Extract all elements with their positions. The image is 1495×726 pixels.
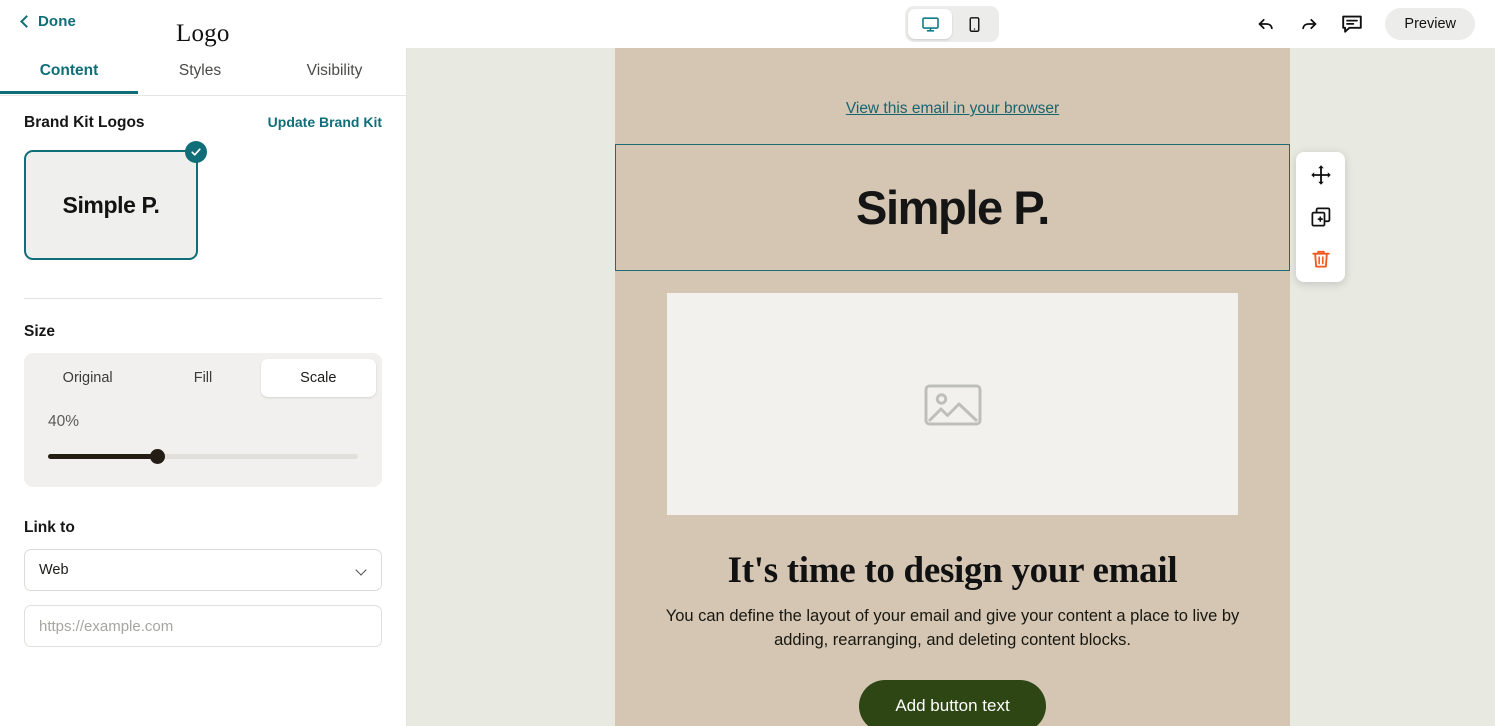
brand-kit-title: Brand Kit Logos [24, 114, 145, 131]
email-canvas: View this email in your browser Simple P… [407, 48, 1495, 726]
preview-button-label: Preview [1404, 16, 1456, 32]
link-url-input[interactable] [24, 605, 382, 647]
redo-button[interactable] [1296, 11, 1322, 37]
panel-tabs: Content Styles Visibility [0, 48, 406, 96]
comment-bubble-icon [1342, 15, 1363, 33]
delete-block-button[interactable] [1308, 246, 1334, 272]
undo-button[interactable] [1253, 11, 1279, 37]
size-controls: Original Fill Scale 40% [24, 353, 382, 487]
logo-option-card[interactable]: Simple P. [24, 150, 198, 260]
duplicate-block-button[interactable] [1308, 204, 1334, 230]
size-section: Size Original Fill Scale 40% [0, 323, 406, 487]
link-type-value: Web [39, 562, 69, 578]
link-type-select[interactable]: Web [24, 549, 382, 591]
settings-panel: Content Styles Visibility Brand Kit Logo… [0, 48, 407, 726]
trash-icon [1311, 250, 1330, 268]
tab-visibility[interactable]: Visibility [262, 48, 406, 94]
slider-fill [48, 454, 157, 459]
duplicate-icon [1311, 207, 1330, 227]
size-title: Size [24, 323, 56, 340]
size-option-fill-label: Fill [193, 370, 213, 386]
email-body-text[interactable]: You can define the layout of your email … [655, 604, 1250, 652]
brand-kit-header: Brand Kit Logos Update Brand Kit [24, 114, 382, 132]
view-in-browser-link[interactable]: View this email in your browser [846, 100, 1059, 117]
image-placeholder-icon [924, 384, 981, 426]
size-option-scale[interactable]: Scale [260, 359, 376, 397]
link-to-section: Link to Web [0, 519, 406, 647]
check-circle-icon [191, 148, 201, 156]
done-button[interactable]: Done [20, 13, 76, 30]
size-option-original[interactable]: Original [30, 359, 145, 397]
device-preview-toggle [905, 6, 999, 42]
device-toggle-desktop[interactable] [908, 9, 952, 39]
done-button-label: Done [38, 13, 76, 30]
email-preheader: View this email in your browser [615, 48, 1290, 144]
email-builder-app: Done Logo Preview Content Styles Visibil… [0, 0, 1495, 726]
tab-content[interactable]: Content [0, 48, 138, 94]
size-segmented-control: Original Fill Scale [30, 359, 376, 397]
scale-value-label: 40% [48, 413, 80, 430]
toolbar-actions: Preview [1253, 0, 1475, 48]
block-action-toolbar [1296, 152, 1345, 282]
update-brand-kit-link[interactable]: Update Brand Kit [268, 114, 382, 130]
email-cta-button[interactable]: Add button text [859, 680, 1046, 726]
size-option-scale-label: Scale [300, 370, 337, 386]
chevron-down-icon [355, 564, 367, 576]
email-cta-block: Add button text [615, 680, 1290, 726]
desktop-monitor-icon [921, 16, 939, 32]
move-block-button[interactable] [1308, 162, 1334, 188]
brand-kit-logo-item: Simple P. [24, 141, 207, 260]
comments-button[interactable] [1339, 11, 1365, 37]
link-to-title: Link to [24, 519, 75, 536]
tab-styles[interactable]: Styles [138, 48, 262, 94]
redo-arrow-icon [1302, 18, 1317, 30]
logo-option-label: Simple P. [62, 191, 160, 218]
logo-selected-badge [185, 141, 207, 163]
brand-kit-section: Brand Kit Logos Update Brand Kit Simple … [0, 114, 406, 260]
tab-visibility-label: Visibility [306, 62, 363, 79]
size-option-original-label: Original [62, 370, 113, 386]
email-headline[interactable]: It's time to design your email [645, 549, 1260, 592]
mobile-phone-icon [969, 16, 979, 32]
chevron-left-icon [20, 14, 33, 28]
preview-button[interactable]: Preview [1385, 8, 1475, 40]
email-image-block[interactable] [667, 293, 1238, 515]
scale-slider[interactable] [48, 449, 358, 464]
page-title: Logo [176, 20, 230, 47]
device-toggle-mobile[interactable] [952, 9, 996, 39]
email-logo-text: Simple P. [856, 181, 1050, 234]
slider-thumb[interactable] [149, 449, 165, 464]
tab-styles-label: Styles [178, 62, 222, 79]
tab-content-label: Content [39, 62, 99, 79]
email-preview: View this email in your browser Simple P… [615, 48, 1290, 726]
undo-arrow-icon [1259, 18, 1274, 30]
top-toolbar: Done Logo Preview [0, 0, 1495, 48]
move-arrows-icon [1310, 165, 1331, 185]
email-logo-block[interactable]: Simple P. [615, 144, 1290, 271]
size-option-fill[interactable]: Fill [145, 359, 260, 397]
panel-divider [24, 298, 382, 299]
